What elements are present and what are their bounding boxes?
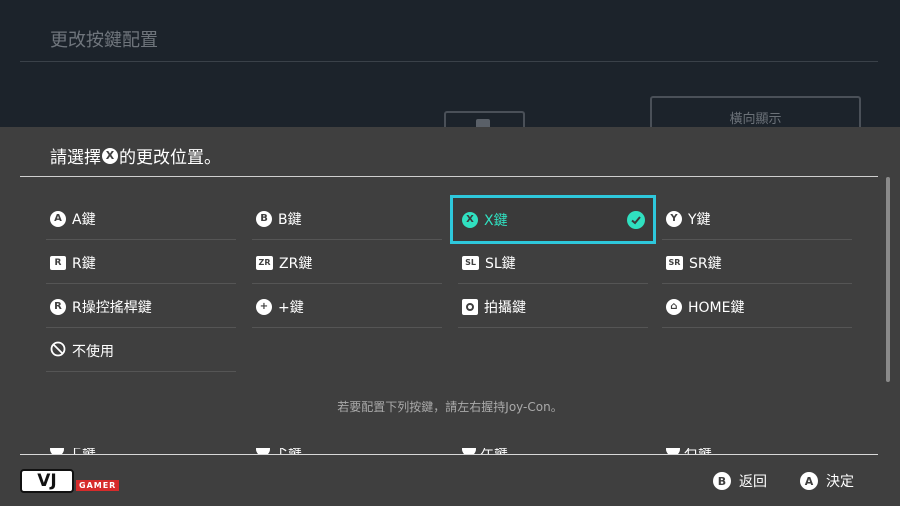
joycon-hint: 若要配置下列按鍵，請左右握持Joy-Con。: [337, 400, 563, 414]
panel-divider: [20, 176, 878, 177]
footer-bar: VJ GAMER B 返回 A 決定: [0, 455, 900, 506]
watermark-logo: VJ GAMER: [20, 469, 120, 493]
option-label: R操控搖桿鍵: [72, 299, 152, 316]
option-plus-button[interactable]: + +鍵: [252, 286, 442, 328]
scrollbar[interactable]: [886, 177, 890, 382]
option-r-stick[interactable]: R R操控搖桿鍵: [46, 286, 236, 328]
y-button-icon: Y: [666, 210, 682, 227]
option-sr-button[interactable]: SR SR鍵: [662, 242, 852, 284]
option-y-button[interactable]: Y Y鍵: [662, 198, 852, 240]
option-label: SR鍵: [689, 255, 722, 272]
option-label: SL鍵: [485, 255, 516, 272]
option-label: 不使用: [72, 343, 114, 360]
capture-button-icon: [462, 298, 478, 315]
option-capture-button[interactable]: 拍攝鍵: [458, 286, 648, 328]
r-stick-icon: R: [50, 298, 66, 315]
option-label: X鍵: [484, 212, 508, 229]
option-r-button[interactable]: R R鍵: [46, 242, 236, 284]
option-label: +鍵: [278, 299, 304, 316]
landscape-view-button: 橫向顯示: [650, 96, 861, 130]
option-zr-button[interactable]: ZR ZR鍵: [252, 242, 442, 284]
confirm-button[interactable]: A 決定: [800, 471, 854, 491]
option-label: A鍵: [72, 211, 96, 228]
option-label: B鍵: [278, 211, 302, 228]
prompt-before: 請選擇: [50, 148, 101, 168]
checkmark-icon: [627, 211, 645, 229]
x-button-icon: X: [462, 211, 478, 228]
option-label: HOME鍵: [688, 299, 745, 316]
back-label: 返回: [739, 474, 767, 490]
prompt-text: 請選擇 X 的更改位置。: [50, 143, 221, 168]
option-b-button[interactable]: B B鍵: [252, 198, 442, 240]
sr-button-icon: SR: [666, 255, 683, 270]
a-button-icon: A: [800, 472, 818, 490]
option-x-button-selected[interactable]: X X鍵: [450, 195, 656, 244]
sl-button-icon: SL: [462, 255, 479, 270]
option-label: 拍攝鍵: [484, 299, 526, 316]
logo-subtext: GAMER: [76, 480, 120, 491]
b-button-icon: B: [256, 210, 272, 227]
b-button-icon: B: [713, 472, 731, 490]
r-button-icon: R: [50, 255, 66, 270]
option-disable[interactable]: 不使用: [46, 330, 236, 372]
disable-icon: [50, 341, 66, 361]
x-button-icon: X: [102, 147, 118, 164]
remap-selection-panel: 請選擇 X 的更改位置。 A A鍵 B B鍵 X X鍵 Y Y鍵 R R鍵 ZR…: [0, 127, 900, 506]
option-home-button[interactable]: ⌂ HOME鍵: [662, 286, 852, 328]
scrollbar-thumb[interactable]: [886, 177, 890, 382]
zr-button-icon: ZR: [256, 255, 273, 270]
home-button-icon: ⌂: [666, 298, 682, 315]
a-button-icon: A: [50, 210, 66, 227]
logo-mark: VJ: [20, 469, 74, 493]
background-screen: 更改按鍵配置 橫向顯示: [0, 0, 900, 131]
option-a-button[interactable]: A A鍵: [46, 198, 236, 240]
plus-button-icon: +: [256, 298, 272, 315]
option-label: R鍵: [72, 255, 96, 272]
background-divider: [20, 61, 878, 62]
option-label: Y鍵: [688, 211, 711, 228]
option-sl-button[interactable]: SL SL鍵: [458, 242, 648, 284]
prompt-after: 的更改位置。: [119, 148, 221, 168]
back-button[interactable]: B 返回: [713, 471, 767, 491]
confirm-label: 決定: [826, 474, 854, 490]
option-label: ZR鍵: [279, 255, 313, 272]
background-title: 更改按鍵配置: [50, 30, 158, 51]
